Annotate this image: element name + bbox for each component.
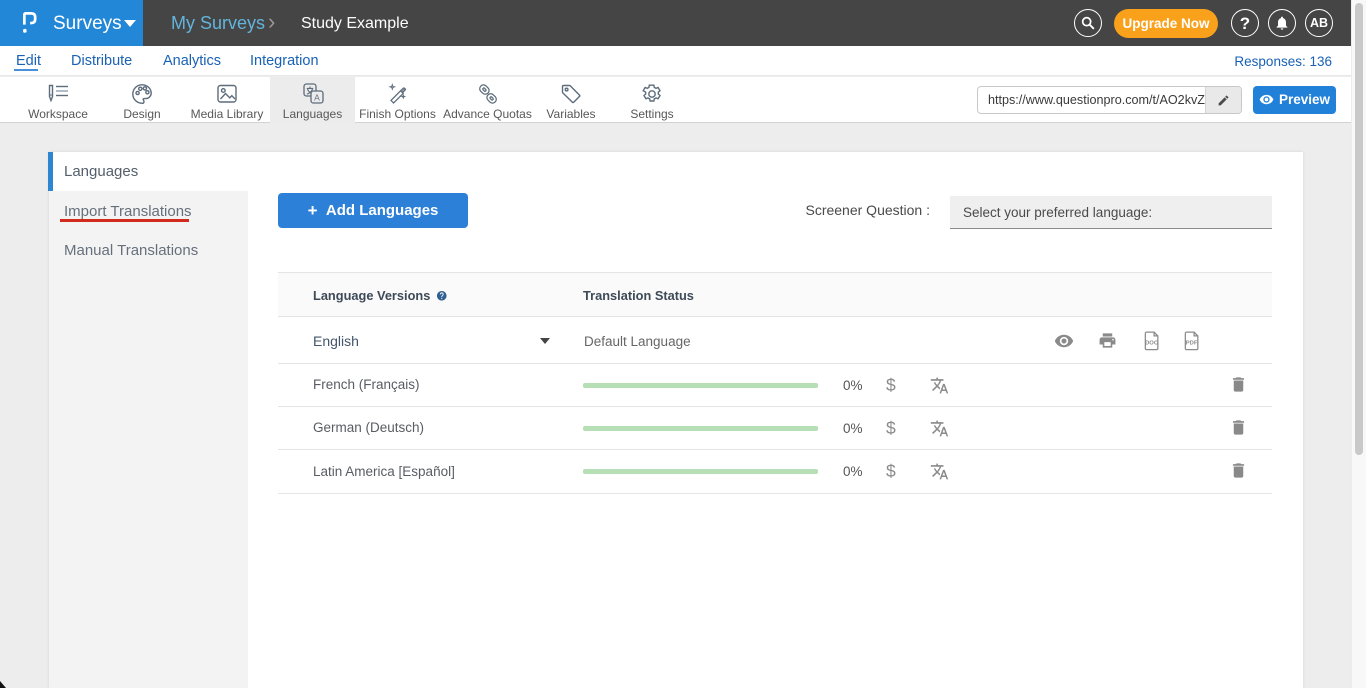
svg-text:DOC: DOC	[1145, 341, 1159, 347]
svg-text:A: A	[314, 92, 320, 102]
svg-text:PDF: PDF	[1186, 341, 1198, 347]
